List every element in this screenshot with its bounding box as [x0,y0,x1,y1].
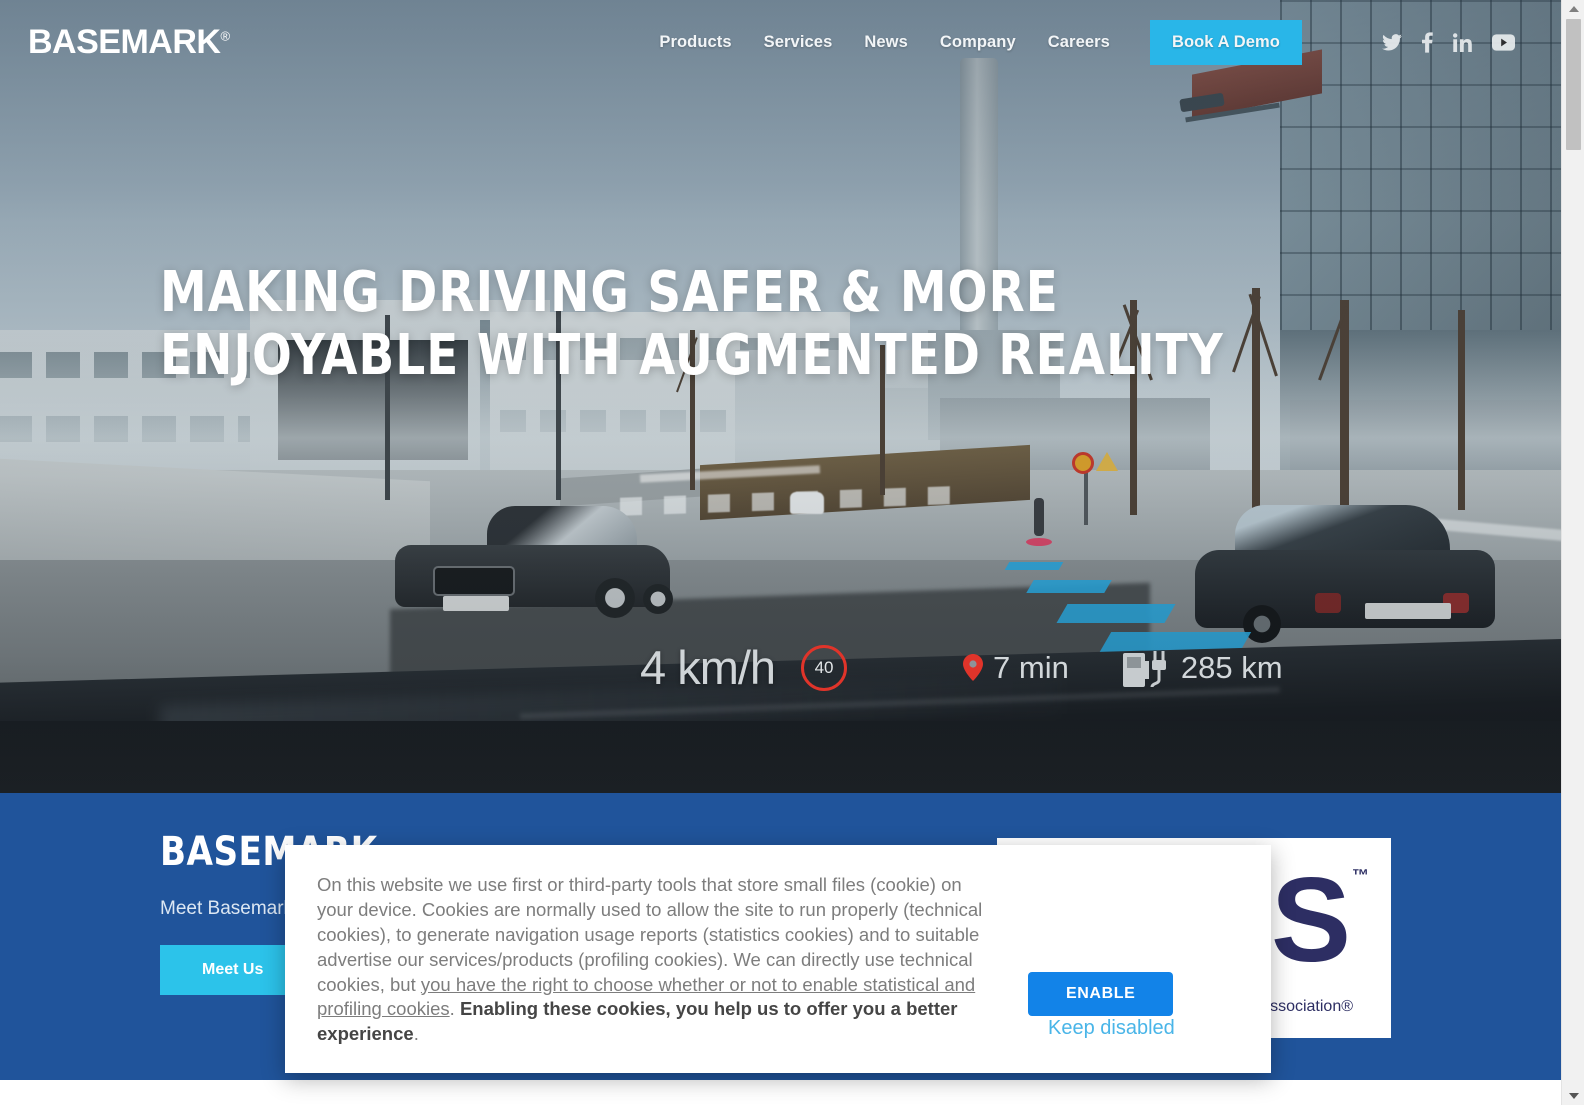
youtube-link[interactable] [1492,33,1515,51]
page-scrollbar[interactable] [1561,0,1584,1105]
scrollbar-down-arrow[interactable] [1562,1087,1584,1105]
logo-registered-mark: ® [220,28,230,44]
linkedin-link[interactable] [1453,32,1472,52]
chevron-up-icon [1568,6,1579,12]
browser-viewport: 4 km/h 40 7 min 285 km MAKING DRIVING SA… [0,0,1584,1105]
facebook-icon [1422,31,1433,53]
twitter-icon [1382,33,1402,50]
nav-item-careers[interactable]: Careers [1048,33,1110,52]
cookie-consent-dialog: On this website we use first or third-pa… [285,845,1271,1073]
linkedin-icon [1453,32,1472,52]
book-a-demo-button[interactable]: Book A Demo [1149,19,1302,65]
scrollbar-thumb[interactable] [1566,19,1581,150]
facebook-link[interactable] [1422,31,1433,53]
promo-subtitle: Meet Basemark [160,898,294,919]
cookie-actions: ENABLE Keep disabled [1011,845,1271,1073]
award-logo-letter: S [1270,853,1351,987]
cookie-message: On this website we use first or third-pa… [317,873,987,1047]
map-pin-icon [963,654,984,681]
hud-range-readout: 285 km [1121,647,1283,689]
meet-us-button[interactable]: Meet Us [160,945,306,995]
hud-speed-readout: 4 km/h [640,641,776,694]
cookie-keep-disabled-link[interactable]: Keep disabled [1048,1017,1175,1040]
hud-eta-readout: 7 min [963,650,1069,686]
award-caption: Association® [1259,998,1353,1015]
scrollbar-up-arrow[interactable] [1562,0,1584,18]
cookie-text-part2: . [449,998,460,1020]
social-links [1382,31,1515,53]
main-navigation: Products Services News Company Careers B… [659,19,1561,65]
nav-item-company[interactable]: Company [940,33,1016,52]
twitter-link[interactable] [1382,33,1402,51]
hud-range-value: 285 km [1180,649,1283,685]
hero-headline-line-1: Making Driving Safer & More [160,260,1059,325]
hero-headline-block: Making Driving Safer & More Enjoyable Wi… [160,260,1304,388]
hud-speed-limit-sign: 40 [801,644,848,691]
hero-headline: Making Driving Safer & More Enjoyable Wi… [160,260,1224,388]
award-trademark: ™ [1352,866,1369,885]
nav-item-services[interactable]: Services [764,33,833,52]
page-bottom-strip [0,1080,1561,1105]
logo-text: BASEMARK [28,22,221,61]
nav-item-news[interactable]: News [864,33,908,52]
site-logo[interactable]: BASEMARK® [28,23,230,62]
hero-section: 4 km/h 40 7 min 285 km MAKING DRIVING SA… [0,0,1561,793]
cookie-enable-button[interactable]: ENABLE [1028,972,1174,1016]
cookie-text-container: On this website we use first or third-pa… [285,845,1011,1073]
site-header: BASEMARK® Products Services News Company… [0,0,1561,84]
hud-eta-value: 7 min [993,649,1069,685]
fuel-charge-icon [1122,650,1166,687]
ar-hud-overlay: 4 km/h 40 7 min 285 km [640,640,1283,695]
youtube-icon [1492,33,1515,51]
cookie-text-part3: . [413,1023,419,1045]
hero-headline-line-2: Enjoyable With Augmented Reality [160,322,1224,388]
nav-item-products[interactable]: Products [659,33,731,52]
chevron-down-icon [1568,1093,1579,1099]
